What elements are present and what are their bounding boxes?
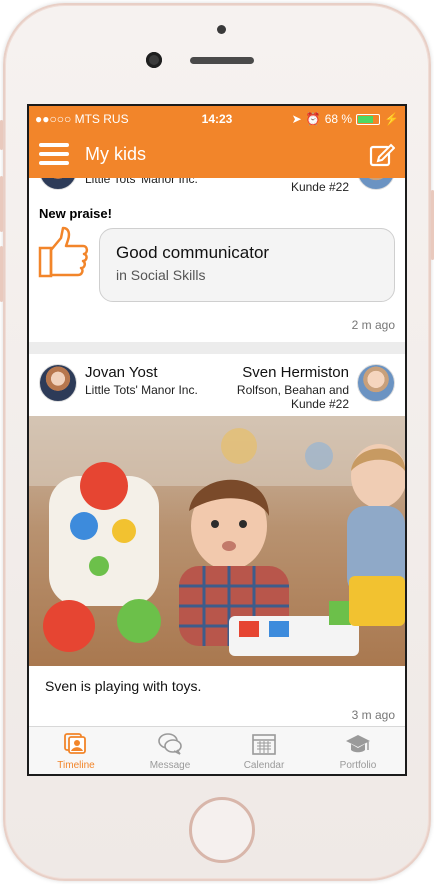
proximity-sensor: [217, 25, 226, 34]
thumbs-up-icon: [38, 226, 89, 278]
praise-bubble: Good communicator in Social Skills: [99, 228, 395, 302]
praise-category: in Social Skills: [116, 267, 206, 283]
tab-bar: Timeline Message Calendar Portfolio: [29, 726, 405, 774]
teacher-school: Little Tots' Manor Inc.: [85, 178, 198, 186]
timeline-icon: [64, 733, 86, 754]
app-screen: ●●○○○ MTS RUS 14:23 ➤ ⏰ 68 % ⚡ My kids L…: [27, 104, 407, 776]
tab-portfolio[interactable]: Portfolio: [311, 727, 405, 774]
teacher-name: Jovan Yost: [85, 364, 158, 381]
photo-post-card[interactable]: Jovan Yost Little Tots' Manor Inc. Sven …: [29, 354, 405, 726]
post-caption: Sven is playing with toys.: [45, 678, 202, 694]
praise-title: Good communicator: [116, 243, 270, 262]
card-header-partial: Little Tots' Manor Inc. Kunde #22: [29, 178, 405, 194]
menu-icon[interactable]: [39, 143, 69, 165]
message-icon: [158, 733, 182, 755]
timeline-feed[interactable]: Little Tots' Manor Inc. Kunde #22 New pr…: [29, 178, 405, 726]
portfolio-icon: [346, 735, 370, 753]
page-title: My kids: [85, 144, 147, 164]
timestamp: 3 m ago: [351, 708, 395, 722]
mute-switch: [0, 120, 3, 150]
avatar: [357, 178, 395, 190]
child-name: Sven Hermiston: [242, 364, 349, 381]
praise-heading: New praise!: [39, 206, 112, 221]
tab-timeline[interactable]: Timeline: [29, 727, 123, 774]
tab-label: Message: [149, 760, 191, 771]
calendar-icon: [252, 734, 276, 755]
timestamp: 2 m ago: [351, 318, 395, 332]
teacher-avatar[interactable]: [39, 364, 77, 402]
post-photo[interactable]: [29, 416, 405, 666]
volume-up-button: [0, 176, 3, 232]
home-button[interactable]: [189, 797, 255, 863]
teacher-school: Little Tots' Manor Inc.: [85, 383, 198, 397]
nav-bar: My kids: [29, 132, 405, 178]
location-icon: ➤: [291, 112, 302, 126]
child-school: Kunde #22: [290, 180, 349, 194]
front-camera: [146, 52, 162, 68]
child-school: Rolfson, Beahan and Kunde #22: [236, 383, 349, 411]
tab-message[interactable]: Message: [123, 727, 217, 774]
battery-icon: [356, 113, 381, 125]
battery-percent: 68 %: [324, 112, 353, 126]
tab-calendar[interactable]: Calendar: [217, 727, 311, 774]
child-avatar[interactable]: [357, 364, 395, 402]
earpiece-speaker: [190, 57, 254, 64]
status-bar: ●●○○○ MTS RUS 14:23 ➤ ⏰ 68 % ⚡: [29, 106, 405, 132]
alarm-icon: ⏰: [305, 112, 321, 126]
volume-down-button: [0, 246, 3, 302]
tab-label: Portfolio: [339, 760, 377, 771]
tab-label: Timeline: [57, 760, 95, 771]
tab-label: Calendar: [243, 760, 285, 771]
charging-icon: ⚡: [384, 112, 399, 126]
praise-card[interactable]: Little Tots' Manor Inc. Kunde #22 New pr…: [29, 178, 405, 342]
compose-icon[interactable]: [369, 142, 395, 168]
avatar: [39, 178, 77, 190]
